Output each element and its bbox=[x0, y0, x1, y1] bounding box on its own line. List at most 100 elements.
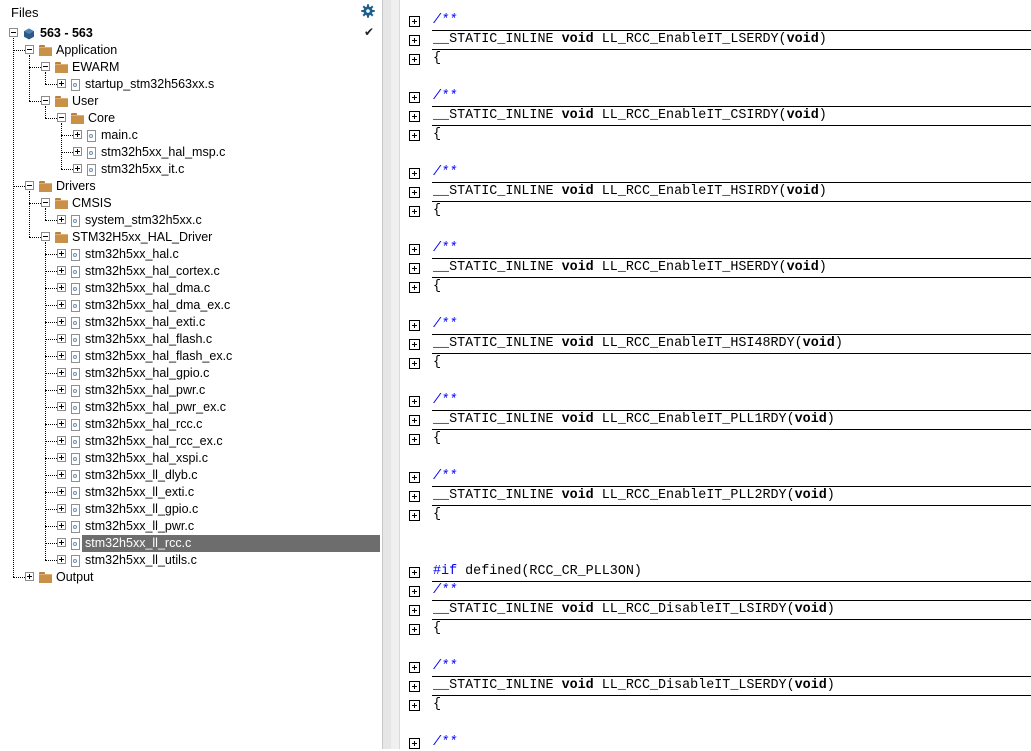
expand-icon[interactable] bbox=[57, 453, 66, 462]
tree-file-item[interactable]: stm32h5xx_ll_exti.c bbox=[0, 484, 380, 501]
fold-expand-icon[interactable] bbox=[409, 415, 420, 426]
expand-icon[interactable] bbox=[57, 334, 66, 343]
tree-folder-item[interactable]: Output bbox=[0, 569, 380, 586]
fold-expand-icon[interactable] bbox=[409, 567, 420, 578]
fold-expand-icon[interactable] bbox=[409, 92, 420, 103]
tree-file-item[interactable]: stm32h5xx_ll_rcc.c bbox=[0, 535, 380, 552]
fold-expand-icon[interactable] bbox=[409, 358, 420, 369]
fold-expand-icon[interactable] bbox=[409, 263, 420, 274]
fold-expand-icon[interactable] bbox=[409, 662, 420, 673]
fold-expand-icon[interactable] bbox=[409, 282, 420, 293]
expand-icon[interactable] bbox=[57, 249, 66, 258]
tree-file-item[interactable]: stm32h5xx_hal_rcc_ex.c bbox=[0, 433, 380, 450]
tree-folder-item[interactable]: STM32H5xx_HAL_Driver bbox=[0, 229, 380, 246]
tree-folder-item[interactable]: EWARM bbox=[0, 59, 380, 76]
fold-expand-icon[interactable] bbox=[409, 738, 420, 749]
gear-icon[interactable] bbox=[361, 4, 375, 18]
tree-folder-item[interactable]: Core bbox=[0, 110, 380, 127]
fold-expand-icon[interactable] bbox=[409, 491, 420, 502]
expand-icon[interactable] bbox=[57, 79, 66, 88]
collapse-icon[interactable] bbox=[25, 45, 34, 54]
tree-file-item[interactable]: stm32h5xx_hal_flash_ex.c bbox=[0, 348, 380, 365]
fold-expand-icon[interactable] bbox=[409, 35, 420, 46]
collapse-icon[interactable] bbox=[41, 232, 50, 241]
fold-expand-icon[interactable] bbox=[409, 605, 420, 616]
expand-icon[interactable] bbox=[57, 402, 66, 411]
tree-folder-item[interactable]: Drivers bbox=[0, 178, 380, 195]
collapse-icon[interactable] bbox=[41, 198, 50, 207]
fold-separator-line bbox=[432, 258, 1031, 259]
tree-folder-item[interactable]: Application bbox=[0, 42, 380, 59]
tree-file-item[interactable]: stm32h5xx_hal_rcc.c bbox=[0, 416, 380, 433]
expand-icon[interactable] bbox=[57, 385, 66, 394]
collapse-icon[interactable] bbox=[57, 113, 66, 122]
tree-file-item[interactable]: main.c bbox=[0, 127, 380, 144]
expand-icon[interactable] bbox=[57, 283, 66, 292]
fold-expand-icon[interactable] bbox=[409, 320, 420, 331]
tree-file-item[interactable]: stm32h5xx_ll_pwr.c bbox=[0, 518, 380, 535]
fold-expand-icon[interactable] bbox=[409, 187, 420, 198]
collapse-icon[interactable] bbox=[25, 181, 34, 190]
tree-folder-item[interactable]: User bbox=[0, 93, 380, 110]
tree-file-item[interactable]: stm32h5xx_hal_pwr_ex.c bbox=[0, 399, 380, 416]
fold-expand-icon[interactable] bbox=[409, 54, 420, 65]
expand-icon[interactable] bbox=[57, 521, 66, 530]
fold-expand-icon[interactable] bbox=[409, 681, 420, 692]
tree-file-item[interactable]: stm32h5xx_hal_gpio.c bbox=[0, 365, 380, 382]
expand-icon[interactable] bbox=[57, 266, 66, 275]
tree-file-item[interactable]: stm32h5xx_hal_flash.c bbox=[0, 331, 380, 348]
return-type: void bbox=[561, 108, 594, 123]
fold-expand-icon[interactable] bbox=[409, 130, 420, 141]
expand-icon[interactable] bbox=[57, 555, 66, 564]
expand-icon[interactable] bbox=[57, 436, 66, 445]
expand-icon[interactable] bbox=[57, 368, 66, 377]
collapse-icon[interactable] bbox=[9, 28, 18, 37]
fold-expand-icon[interactable] bbox=[409, 339, 420, 350]
fold-expand-icon[interactable] bbox=[409, 244, 420, 255]
fold-expand-icon[interactable] bbox=[409, 168, 420, 179]
fold-expand-icon[interactable] bbox=[409, 700, 420, 711]
expand-icon[interactable] bbox=[57, 351, 66, 360]
fold-expand-icon[interactable] bbox=[409, 111, 420, 122]
expand-icon[interactable] bbox=[57, 317, 66, 326]
tree-project-item[interactable]: 563 - 563 bbox=[0, 25, 380, 42]
tree-file-item[interactable]: stm32h5xx_hal_cortex.c bbox=[0, 263, 380, 280]
tree-file-item[interactable]: stm32h5xx_hal.c bbox=[0, 246, 380, 263]
tree-file-item[interactable]: stm32h5xx_ll_gpio.c bbox=[0, 501, 380, 518]
tree-file-item[interactable]: stm32h5xx_ll_dlyb.c bbox=[0, 467, 380, 484]
pane-splitter[interactable] bbox=[382, 0, 391, 749]
collapse-icon[interactable] bbox=[41, 96, 50, 105]
fold-expand-icon[interactable] bbox=[409, 206, 420, 217]
tree-file-item[interactable]: startup_stm32h563xx.s bbox=[0, 76, 380, 93]
tree-file-item[interactable]: stm32h5xx_hal_xspi.c bbox=[0, 450, 380, 467]
fold-expand-icon[interactable] bbox=[409, 396, 420, 407]
tree-file-item[interactable]: stm32h5xx_hal_dma.c bbox=[0, 280, 380, 297]
expand-icon[interactable] bbox=[57, 538, 66, 547]
tree-file-item[interactable]: stm32h5xx_hal_pwr.c bbox=[0, 382, 380, 399]
expand-icon[interactable] bbox=[57, 487, 66, 496]
tree-file-item[interactable]: stm32h5xx_ll_utils.c bbox=[0, 552, 380, 569]
fold-expand-icon[interactable] bbox=[409, 624, 420, 635]
fold-expand-icon[interactable] bbox=[409, 434, 420, 445]
tree-file-item[interactable]: stm32h5xx_it.c bbox=[0, 161, 380, 178]
tree-folder-item[interactable]: CMSIS bbox=[0, 195, 380, 212]
code-editor[interactable]: /** __STATIC_INLINE void LL_RCC_EnableIT_… bbox=[391, 0, 1031, 750]
fold-expand-icon[interactable] bbox=[409, 586, 420, 597]
expand-icon[interactable] bbox=[73, 164, 82, 173]
expand-icon[interactable] bbox=[57, 300, 66, 309]
fold-expand-icon[interactable] bbox=[409, 510, 420, 521]
fold-expand-icon[interactable] bbox=[409, 472, 420, 483]
collapse-icon[interactable] bbox=[41, 62, 50, 71]
tree-file-item[interactable]: stm32h5xx_hal_dma_ex.c bbox=[0, 297, 380, 314]
expand-icon[interactable] bbox=[57, 215, 66, 224]
expand-icon[interactable] bbox=[57, 504, 66, 513]
expand-icon[interactable] bbox=[57, 419, 66, 428]
expand-icon[interactable] bbox=[73, 147, 82, 156]
expand-icon[interactable] bbox=[57, 470, 66, 479]
fold-expand-icon[interactable] bbox=[409, 16, 420, 27]
tree-file-item[interactable]: stm32h5xx_hal_exti.c bbox=[0, 314, 380, 331]
tree-file-item[interactable]: system_stm32h5xx.c bbox=[0, 212, 380, 229]
expand-icon[interactable] bbox=[73, 130, 82, 139]
expand-icon[interactable] bbox=[25, 572, 34, 581]
tree-file-item[interactable]: stm32h5xx_hal_msp.c bbox=[0, 144, 380, 161]
